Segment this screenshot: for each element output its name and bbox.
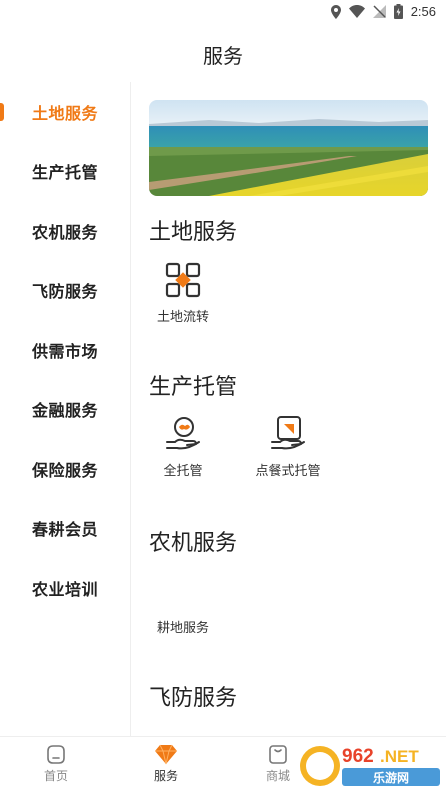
service-label: 耕地服务	[156, 621, 209, 636]
sidebar-item-label: 飞防服务	[31, 282, 98, 302]
full-custody-icon	[166, 417, 200, 450]
sidebar-item-label: 土地服务	[31, 103, 98, 123]
section-title-land-service: 土地服务	[149, 220, 238, 245]
section-title-aerial-protection: 飞防服务	[149, 686, 238, 711]
battery-icon	[393, 4, 403, 19]
active-indicator	[0, 103, 4, 121]
status-time: 2:56	[410, 4, 436, 19]
svg-text:962: 962	[342, 746, 374, 767]
home-icon	[47, 745, 65, 764]
svg-text:乐游网: 乐游网	[373, 770, 409, 785]
section-title-production-custody: 生产托管	[149, 375, 238, 400]
location-icon	[330, 4, 341, 19]
service-plowing[interactable]: 耕地服务	[138, 571, 228, 636]
sidebar-item-label: 金融服务	[31, 401, 98, 421]
sidebar: 土地服务 生产托管 农机服务 飞防服务 供需市场 金融服务 保险服务 春耕会员 …	[0, 82, 131, 736]
status-bar: 2:56	[0, 0, 446, 26]
service-label: 土地流转	[156, 310, 209, 325]
svg-text:.NET: .NET	[380, 747, 419, 766]
page-title: 服务	[203, 43, 243, 68]
diamond-icon	[155, 744, 177, 765]
sidebar-item-production-custody[interactable]: 生产托管	[0, 142, 130, 202]
sidebar-item-supply-demand[interactable]: 供需市场	[0, 320, 130, 380]
service-content: 土地服务 土地流转 生产托管 全托管 点餐式托管 农机服务 耕地服务 飞防服务	[131, 82, 446, 736]
wifi-icon	[348, 5, 365, 18]
header: 服务	[0, 26, 446, 82]
sidebar-item-spring-membership[interactable]: 春耕会员	[0, 499, 130, 559]
sidebar-item-aerial-protection[interactable]: 飞防服务	[0, 261, 130, 321]
sidebar-item-label: 生产托管	[31, 163, 98, 183]
service-full-custody[interactable]: 全托管	[138, 414, 228, 479]
sidebar-item-training[interactable]: 农业培训	[0, 558, 130, 618]
banner-image[interactable]	[149, 100, 428, 196]
service-label: 点餐式托管	[255, 464, 321, 479]
sidebar-item-label: 保险服务	[31, 460, 98, 480]
sidebar-item-land-service[interactable]: 土地服务	[0, 82, 130, 142]
status-icons: 2:56	[330, 4, 436, 19]
service-menu-custody[interactable]: 点餐式托管	[243, 414, 333, 479]
nav-label: 首页	[43, 769, 68, 783]
land-transfer-icon	[165, 262, 201, 298]
sidebar-item-label: 供需市场	[31, 341, 98, 361]
no-signal-icon	[372, 5, 386, 18]
sidebar-item-insurance[interactable]: 保险服务	[0, 439, 130, 499]
service-label: 全托管	[163, 464, 203, 479]
sidebar-item-finance[interactable]: 金融服务	[0, 380, 130, 440]
watermark-logo: 962 .NET 乐游网	[294, 740, 444, 792]
nav-label: 服务	[153, 769, 178, 783]
nav-service[interactable]: 服务	[131, 743, 201, 784]
menu-custody-icon	[271, 416, 305, 450]
shop-icon	[269, 745, 287, 764]
section-title-machinery-service: 农机服务	[149, 531, 238, 556]
sidebar-item-machinery-service[interactable]: 农机服务	[0, 201, 130, 261]
sidebar-item-label: 农机服务	[31, 222, 98, 242]
nav-home[interactable]: 首页	[21, 743, 91, 784]
plowing-icon	[163, 571, 203, 611]
sidebar-item-label: 农业培训	[31, 579, 98, 599]
sidebar-item-label: 春耕会员	[31, 520, 98, 540]
service-land-transfer[interactable]: 土地流转	[138, 260, 228, 325]
